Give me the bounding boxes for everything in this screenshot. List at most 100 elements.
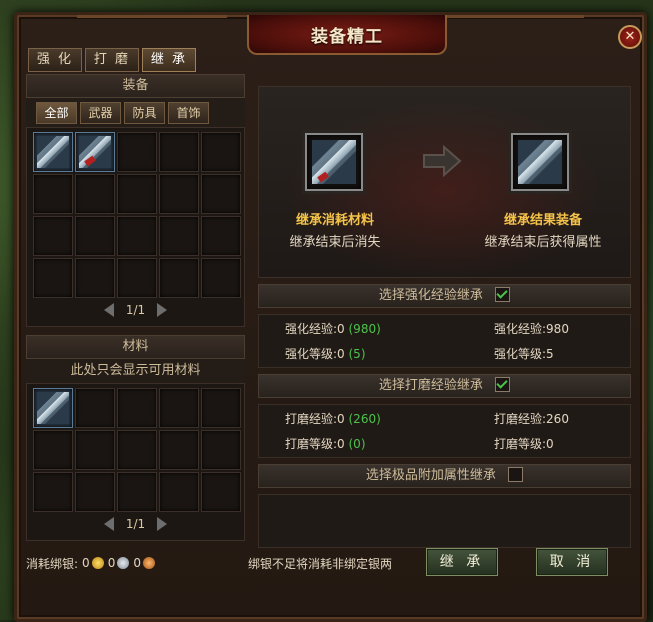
equipment-filters: 全部 武器 防具 首饰 [26, 98, 245, 127]
page-indicator: 1/1 [125, 303, 146, 317]
close-button[interactable]: ✕ [618, 25, 642, 49]
inventory-slot[interactable] [201, 258, 241, 298]
inherit-panel: 继承消耗材料 继承结束后消失 继承结果装备 继承结束后获得属性 选择强化经验继承… [258, 86, 631, 548]
gold-coin-icon [91, 557, 104, 569]
inventory-slot[interactable] [117, 174, 157, 214]
inventory-slot[interactable] [75, 132, 115, 172]
option-bonus-attr-inherit[interactable]: 选择极品附加属性继承 [258, 464, 631, 488]
equipment-grid-wrap: 1/1 [26, 127, 245, 327]
inventory-slot[interactable] [75, 472, 115, 512]
polish-level-result: 打磨等级:0 [494, 437, 554, 451]
tab-enhance[interactable]: 强 化 [28, 48, 82, 72]
cancel-button[interactable]: 取 消 [536, 548, 608, 576]
inventory-slot[interactable] [159, 132, 199, 172]
inventory-slot[interactable] [75, 430, 115, 470]
sword-icon [79, 136, 111, 168]
sword-icon [518, 140, 562, 184]
filter-all[interactable]: 全部 [36, 102, 77, 124]
silver-coin-icon [117, 557, 130, 569]
inventory-slot[interactable] [117, 388, 157, 428]
option-polish-inherit[interactable]: 选择打磨经验继承 [258, 374, 631, 398]
inventory-slot[interactable] [33, 216, 73, 256]
polish-stats: 打磨经验:0 (260) 打磨经验:260 打磨等级:0 (0) 打磨等级:0 [258, 404, 631, 458]
tab-inherit[interactable]: 继 承 [142, 48, 196, 72]
inherit-button[interactable]: 继 承 [426, 548, 498, 576]
inventory-slot[interactable] [33, 132, 73, 172]
prev-page-icon[interactable] [103, 517, 114, 531]
materials-note: 此处只会显示可用材料 [26, 359, 245, 383]
polish-exp-current: 打磨经验:0 (260) [285, 412, 381, 426]
inventory-panel: 装备 全部 武器 防具 首饰 1/1 材料 此处只会显示可用材料 1/1 [26, 74, 245, 541]
inventory-slot[interactable] [159, 216, 199, 256]
polish-level-current: 打磨等级:0 (0) [285, 437, 366, 451]
polish-checkbox[interactable] [495, 377, 511, 392]
filter-accessory[interactable]: 首饰 [168, 102, 209, 124]
enhance-checkbox[interactable] [495, 287, 511, 302]
prev-page-icon[interactable] [103, 303, 114, 317]
coin2-value: 0 [107, 556, 116, 570]
filter-weapon[interactable]: 武器 [80, 102, 121, 124]
materials-header: 材料 [26, 335, 245, 359]
inventory-slot[interactable] [75, 174, 115, 214]
bonus-attr-checkbox[interactable] [508, 467, 524, 482]
target-subtitle: 继承结束后获得属性 [484, 235, 602, 250]
inventory-slot[interactable] [33, 472, 73, 512]
option-label: 选择打磨经验继承 [378, 378, 483, 393]
next-page-icon[interactable] [157, 517, 168, 531]
inventory-slot[interactable] [159, 174, 199, 214]
equipment-pager: 1/1 [33, 298, 238, 322]
inventory-slot[interactable] [75, 258, 115, 298]
inventory-slot[interactable] [201, 132, 241, 172]
inventory-slot[interactable] [33, 258, 73, 298]
main-tabs: 强 化 打 磨 继 承 [28, 48, 196, 72]
target-equipment-slot[interactable] [511, 133, 569, 191]
inventory-slot[interactable] [75, 388, 115, 428]
inventory-slot[interactable] [159, 258, 199, 298]
target-title: 继承结果装备 [503, 213, 582, 228]
close-icon: ✕ [624, 29, 636, 44]
source-subtitle: 继承结束后消失 [289, 235, 381, 250]
source-equipment-slot[interactable] [305, 133, 363, 191]
equipment-header: 装备 [26, 74, 245, 98]
inventory-slot[interactable] [201, 472, 241, 512]
materials-grid-wrap: 1/1 [26, 383, 245, 541]
inventory-slot[interactable] [117, 132, 157, 172]
window-title: 装备精工 [311, 26, 383, 47]
inventory-slot[interactable] [33, 430, 73, 470]
bound-coin-icon [142, 557, 155, 569]
target-label: 继承结果装备 继承结束后获得属性 [463, 209, 623, 250]
inventory-slot[interactable] [201, 388, 241, 428]
inventory-slot[interactable] [33, 174, 73, 214]
filter-armor[interactable]: 防具 [124, 102, 165, 124]
bonus-attr-stats [258, 494, 631, 548]
tab-polish[interactable]: 打 磨 [85, 48, 139, 72]
inherit-preview: 继承消耗材料 继承结束后消失 继承结果装备 继承结束后获得属性 [258, 86, 631, 278]
footer-bar: 消耗绑银: 0 0 0 绑银不足将消耗非绑定银两 继 承 取 消 [26, 548, 626, 578]
inventory-slot[interactable] [33, 388, 73, 428]
option-label: 选择极品附加属性继承 [365, 468, 496, 483]
enhance-exp-current: 强化经验:0 (980) [285, 322, 381, 336]
next-page-icon[interactable] [157, 303, 168, 317]
inventory-slot[interactable] [117, 216, 157, 256]
inventory-slot[interactable] [159, 472, 199, 512]
inventory-slot[interactable] [117, 430, 157, 470]
inventory-slot[interactable] [75, 216, 115, 256]
title-bar: 装备精工 [247, 15, 447, 55]
silver-warning: 绑银不足将消耗非绑定银两 [248, 557, 393, 571]
inventory-slot[interactable] [201, 216, 241, 256]
enhance-level-current: 强化等级:0 (5) [285, 347, 366, 361]
inventory-slot[interactable] [117, 472, 157, 512]
option-label: 选择强化经验继承 [378, 288, 483, 303]
materials-grid [33, 388, 241, 512]
inventory-slot[interactable] [117, 258, 157, 298]
option-enhance-inherit[interactable]: 选择强化经验继承 [258, 284, 631, 308]
inventory-slot[interactable] [159, 430, 199, 470]
inventory-slot[interactable] [159, 388, 199, 428]
enhance-stats: 强化经验:0 (980) 强化经验:980 强化等级:0 (5) 强化等级:5 [258, 314, 631, 368]
inventory-slot[interactable] [201, 174, 241, 214]
sword-icon [37, 392, 69, 424]
enhance-level-result: 强化等级:5 [494, 347, 554, 361]
title-ornament-right [434, 15, 584, 32]
polish-exp-result: 打磨经验:260 [494, 412, 569, 426]
inventory-slot[interactable] [201, 430, 241, 470]
